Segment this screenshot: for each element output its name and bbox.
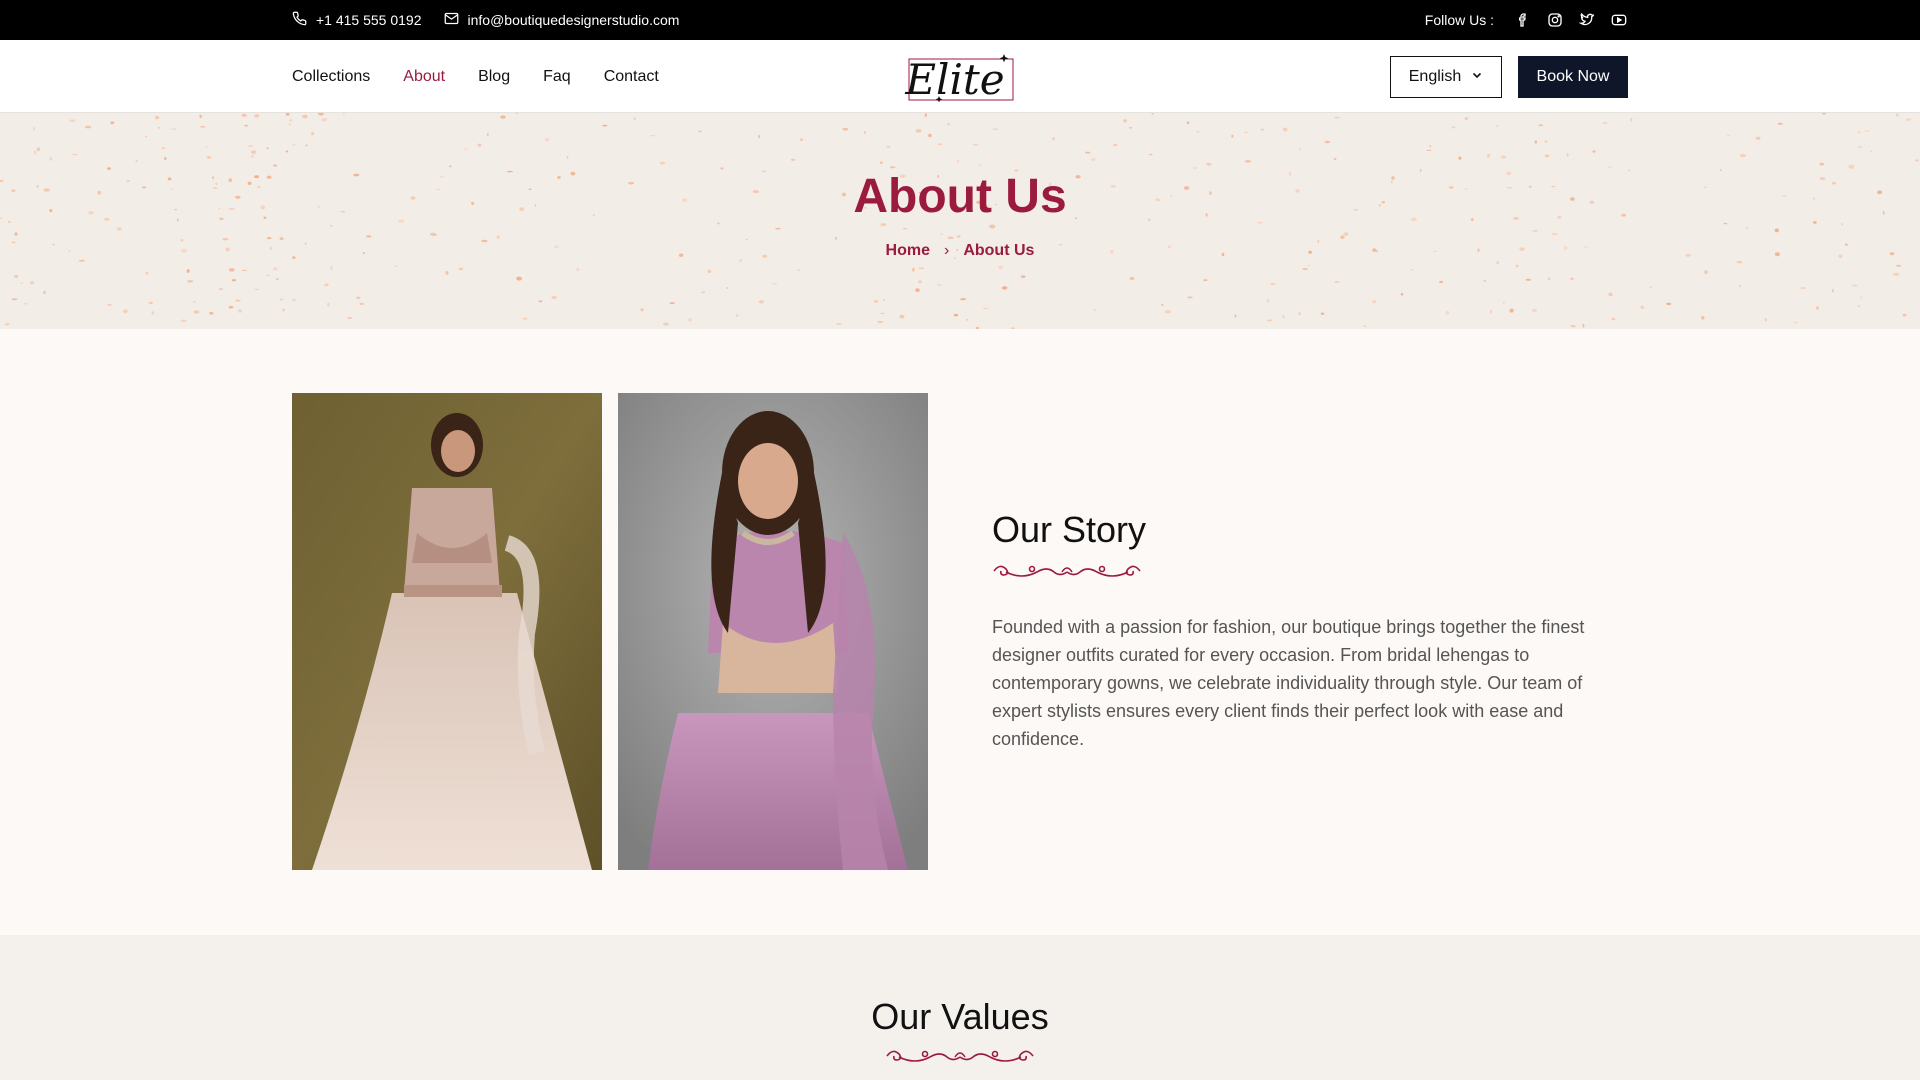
- logo-text: Elite: [904, 55, 1004, 104]
- contact-info: +1 415 555 0192 info@boutiquedesignerstu…: [292, 0, 679, 40]
- breadcrumb-home[interactable]: Home: [886, 242, 930, 260]
- nav-item-about[interactable]: About: [403, 68, 445, 86]
- ornament-divider-icon: [993, 565, 1141, 577]
- ornament-divider-icon: [886, 1050, 1034, 1062]
- phone-link[interactable]: +1 415 555 0192: [292, 11, 422, 29]
- story-body: Founded with a passion for fashion, our …: [992, 617, 1585, 749]
- follow-label: Follow Us :: [1424, 12, 1494, 28]
- values-heading: Our Values: [871, 996, 1049, 1037]
- twitter-icon[interactable]: [1578, 11, 1596, 29]
- story-photo-1: [292, 393, 602, 870]
- nav-item-faq[interactable]: Faq: [543, 68, 571, 86]
- phone-number: +1 415 555 0192: [316, 12, 422, 28]
- breadcrumb-current: About Us: [963, 242, 1035, 259]
- nav-actions: English Book Now: [1390, 56, 1628, 98]
- email-link[interactable]: info@boutiquedesignerstudio.com: [444, 11, 680, 29]
- breadcrumb-separator: ›: [944, 242, 950, 259]
- chevron-down-icon: [1471, 68, 1483, 86]
- nav-item-contact[interactable]: Contact: [604, 68, 659, 86]
- nav-item-blog[interactable]: Blog: [478, 68, 510, 86]
- page-title: About Us: [853, 170, 1067, 223]
- page-hero: About Us Home › About Us: [0, 113, 1920, 329]
- mail-icon: [444, 11, 459, 29]
- language-value: English: [1408, 68, 1462, 85]
- book-now-button[interactable]: Book Now: [1518, 56, 1628, 98]
- breadcrumb: Home › About Us: [0, 242, 1920, 260]
- top-bar: +1 415 555 0192 info@boutiquedesignerstu…: [0, 0, 1920, 40]
- nav-menu: Collections About Blog Faq Contact: [292, 40, 659, 113]
- youtube-icon[interactable]: [1610, 11, 1628, 29]
- instagram-icon[interactable]: [1546, 11, 1564, 29]
- story-photo-2: [618, 393, 928, 870]
- email-address: info@boutiquedesignerstudio.com: [467, 12, 680, 28]
- brand-logo[interactable]: Elite: [903, 50, 1015, 104]
- facebook-icon[interactable]: [1514, 11, 1532, 29]
- values-section: Our Values: [0, 935, 1920, 1080]
- social-links: Follow Us :: [1425, 0, 1628, 40]
- story-heading: Our Story: [992, 509, 1147, 550]
- phone-icon: [292, 11, 307, 29]
- story-section: Our Story Founded with a passion for fas…: [0, 329, 1920, 935]
- language-select[interactable]: English: [1390, 56, 1502, 98]
- nav-item-collections[interactable]: Collections: [292, 68, 370, 86]
